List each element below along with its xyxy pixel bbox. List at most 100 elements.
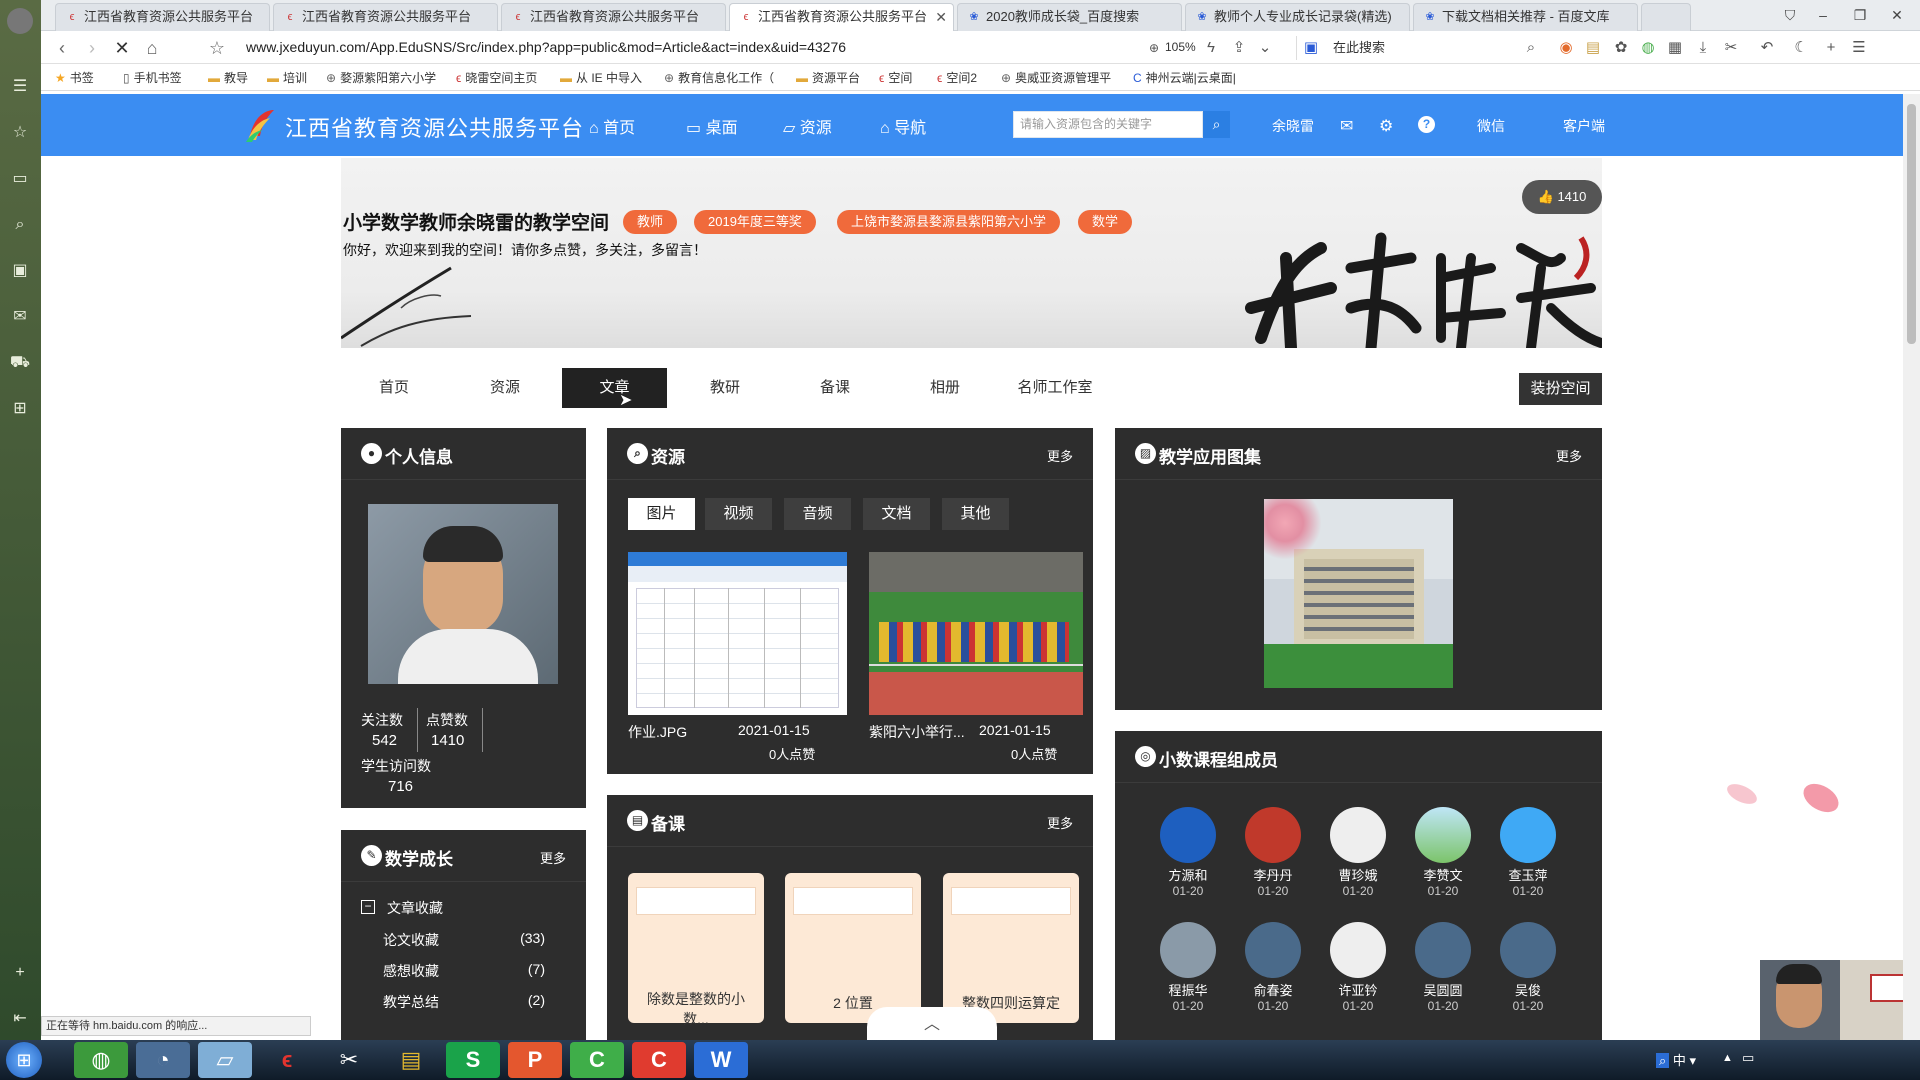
tab-research[interactable]: 教研 [675, 368, 775, 408]
star-icon[interactable]: ☆ [9, 122, 31, 144]
profile-photo[interactable] [368, 504, 558, 684]
bookmark-item[interactable]: ▬ 资源平台 [796, 69, 860, 86]
site-taskbar-icon[interactable]: ϵ [260, 1042, 314, 1078]
bookmark-item[interactable]: ▬ 从 IE 中导入 [560, 69, 642, 86]
like-button[interactable]: 👍 1410 [1522, 180, 1602, 214]
folder-label[interactable]: 文章收藏 [387, 898, 443, 918]
bookmark-item[interactable]: ϵ 空间 [879, 69, 912, 86]
list-item[interactable]: 教学总结 (2) [383, 992, 545, 1012]
flash-icon[interactable]: ϟ [1201, 39, 1221, 57]
bookmark-item[interactable]: ⊕ 婺源紫阳第六小学 [326, 69, 436, 86]
c-app-taskbar-icon[interactable]: C [570, 1042, 624, 1078]
site-title[interactable]: 江西省教育资源公共服务平台 [285, 111, 584, 143]
bookmark-item[interactable]: ▬ 培训 [267, 69, 307, 86]
client-link[interactable]: 客户端 [1563, 116, 1605, 136]
snipping-taskbar-icon[interactable]: ✂ [322, 1042, 376, 1078]
tab-lesson-prep[interactable]: 备课 [785, 368, 885, 408]
bookmark-item[interactable]: ▬ 教导 [208, 69, 248, 86]
tab-master-studio[interactable]: 名师工作室 [1005, 368, 1105, 408]
user-avatar[interactable] [7, 8, 33, 34]
more-link[interactable]: 更多 [1556, 446, 1582, 465]
browser-tab[interactable]: ϵ 江西省教育资源公共服务平台 [55, 3, 270, 31]
nav-home[interactable]: ⌂ 首页 [589, 114, 635, 138]
start-button[interactable]: ⊞ [6, 1042, 42, 1078]
prep-card[interactable]: 除数是整数的小数... [628, 873, 764, 1027]
gallery-image[interactable] [1264, 499, 1453, 688]
stop-loading-icon[interactable]: ✕ [111, 37, 133, 59]
bookmark-item[interactable]: C 神州云端|云桌面| [1133, 69, 1236, 86]
bookmark-star-icon[interactable]: ☆ [206, 37, 228, 59]
resource-thumbnail-spreadsheet[interactable] [628, 552, 847, 715]
forward-icon[interactable]: › [81, 37, 103, 59]
close-icon[interactable]: ✕ [935, 4, 947, 30]
tab-home[interactable]: 首页 [344, 368, 444, 408]
member-card[interactable]: 吴俊 01-20 [1493, 922, 1563, 1013]
tab-resources[interactable]: 资源 [455, 368, 555, 408]
bookmark-item[interactable]: ★ 书签 [55, 69, 94, 86]
collapse-icon[interactable]: ⇤ [9, 1008, 31, 1030]
collapse-icon[interactable]: − [361, 900, 375, 914]
explorer-taskbar-icon[interactable]: ▤ [384, 1042, 438, 1078]
prep-card[interactable]: 2 位置 [785, 873, 921, 1023]
c-red-app-taskbar-icon[interactable]: C [632, 1042, 686, 1078]
bookmark-item[interactable]: ▯ 手机书签 [123, 69, 182, 86]
user-name[interactable]: 余晓雷 [1272, 116, 1314, 136]
share-icon[interactable]: ⇪ [1229, 39, 1249, 57]
back-icon[interactable]: ‹ [51, 37, 73, 59]
browser-taskbar-icon[interactable]: ◔ [136, 1042, 190, 1078]
member-card[interactable]: 李赞文 01-20 [1408, 807, 1478, 898]
member-card[interactable]: 俞春姿 01-20 [1238, 922, 1308, 1013]
list-item[interactable]: 论文收藏 (33) [383, 930, 545, 950]
list-icon[interactable]: ☰ [9, 76, 31, 98]
member-card[interactable]: 程振华 01-20 [1153, 922, 1223, 1013]
mail-icon[interactable]: ✉ [9, 306, 31, 328]
bookmark-item[interactable]: ⊕ 奥威亚资源管理平 [1001, 69, 1111, 86]
member-card[interactable]: 许亚钤 01-20 [1323, 922, 1393, 1013]
mail-icon[interactable]: ✉ [1340, 116, 1353, 136]
browser-tab-active[interactable]: ϵ 江西省教育资源公共服务平台 ✕ [729, 3, 954, 32]
browser-tab[interactable]: ❀ 2020教师成长袋_百度搜索 [957, 3, 1182, 31]
nav-resources[interactable]: ▱ 资源 [783, 114, 832, 138]
search-input[interactable]: 在此搜索 [1296, 36, 1546, 60]
member-card[interactable]: 吴圆圆 01-20 [1408, 922, 1478, 1013]
search-icon[interactable]: ⌕ [1521, 39, 1541, 57]
bookmark-item[interactable]: ϵ 空间2 [937, 69, 977, 86]
menu-icon[interactable]: ☰ [1849, 39, 1869, 57]
notes-icon[interactable]: ▤ [1583, 39, 1603, 57]
game-icon[interactable]: ◉ [1556, 39, 1576, 57]
filter-other[interactable]: 其他 [942, 498, 1009, 530]
nav-navigation[interactable]: ⌂ 导航 [880, 114, 926, 138]
search-icon[interactable]: ⌕ [9, 214, 31, 236]
filter-images[interactable]: 图片 [628, 498, 695, 530]
resource-thumbnail-sports-photo[interactable] [869, 552, 1083, 715]
filter-documents[interactable]: 文档 [863, 498, 930, 530]
restore-icon[interactable]: ❐ [1847, 4, 1873, 26]
folder-taskbar-icon[interactable]: ▱ [198, 1042, 252, 1078]
more-link[interactable]: 更多 [1047, 813, 1073, 832]
video-icon[interactable]: ▣ [9, 260, 31, 282]
chevron-down-icon[interactable]: ⌄ [1255, 39, 1275, 57]
member-card[interactable]: 李丹丹 01-20 [1238, 807, 1308, 898]
gear-icon[interactable]: ⚙ [1379, 116, 1393, 136]
help-icon[interactable]: ? [1418, 116, 1435, 133]
member-card[interactable]: 曹珍娥 01-20 [1323, 807, 1393, 898]
scrollbar[interactable] [1903, 94, 1920, 1040]
tab-albums[interactable]: 相册 [895, 368, 995, 408]
qrcode-icon[interactable]: ▦ [1665, 39, 1685, 57]
translate-icon[interactable]: ⊞ [9, 398, 31, 420]
site-search-button[interactable]: ⌕ [1203, 111, 1230, 138]
browser-tab[interactable]: ❀ 下载文档相关推荐 - 百度文库 [1413, 3, 1638, 31]
browser-tab[interactable]: ❀ 教师个人专业成长记录袋(精选) [1185, 3, 1410, 31]
wechat-taskbar-icon[interactable]: ◍ [74, 1042, 128, 1078]
scissors-icon[interactable]: ✂ [1721, 39, 1741, 57]
browser-tab[interactable]: ϵ 江西省教育资源公共服务平台 [273, 3, 498, 31]
book-icon[interactable]: ▭ [9, 168, 31, 190]
minimize-icon[interactable]: – [1810, 4, 1836, 26]
list-item[interactable]: 感想收藏 (7) [383, 961, 545, 981]
presentation-taskbar-icon[interactable]: P [508, 1042, 562, 1078]
tab-articles[interactable]: 文章 [562, 368, 667, 408]
new-tab-button[interactable] [1641, 3, 1691, 31]
home-icon[interactable]: ⌂ [141, 37, 163, 59]
wechat-icon[interactable]: ◍ [1638, 39, 1658, 57]
filter-video[interactable]: 视频 [705, 498, 772, 530]
